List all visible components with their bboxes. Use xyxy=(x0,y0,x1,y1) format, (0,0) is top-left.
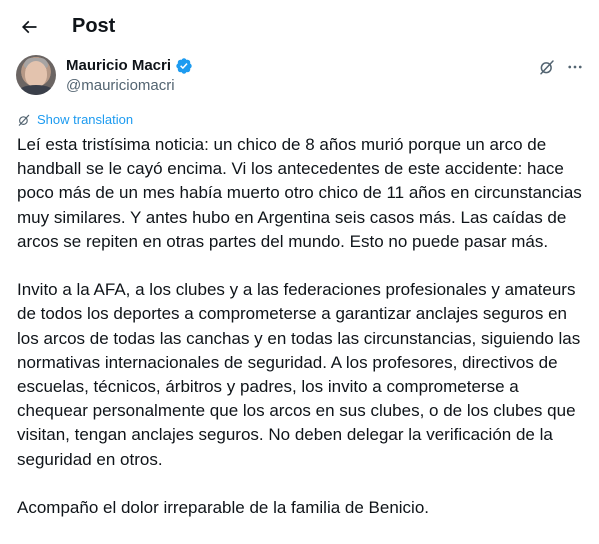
grok-button[interactable] xyxy=(536,56,558,78)
post-text: Leí esta tristísima noticia: un chico de… xyxy=(17,133,592,544)
grok-icon xyxy=(540,60,554,75)
show-translation-label[interactable]: Show translation xyxy=(37,112,133,128)
author-name-row: Mauricio Macri xyxy=(66,57,193,75)
translate-icon xyxy=(18,114,30,126)
post-paragraph: Acompaño el dolor irreparable de la fami… xyxy=(17,498,430,518)
author-name[interactable]: Mauricio Macri xyxy=(66,57,171,75)
more-horizontal-icon xyxy=(568,65,582,69)
post-header: Post xyxy=(0,0,599,54)
more-button[interactable] xyxy=(563,56,587,78)
avatar[interactable] xyxy=(16,55,56,95)
verified-badge-icon[interactable] xyxy=(175,57,193,75)
author-handle[interactable]: @mauriciomacri xyxy=(66,77,175,95)
post-paragraph: Invito a la AFA, a los clubes y a las fe… xyxy=(17,280,581,469)
page-title: Post xyxy=(72,15,116,37)
arrow-left-icon xyxy=(21,20,37,34)
back-button[interactable] xyxy=(12,10,46,44)
show-translation-link[interactable]: Show translation xyxy=(17,112,133,128)
post-paragraph: Leí esta tristísima noticia: un chico de… xyxy=(17,135,582,251)
